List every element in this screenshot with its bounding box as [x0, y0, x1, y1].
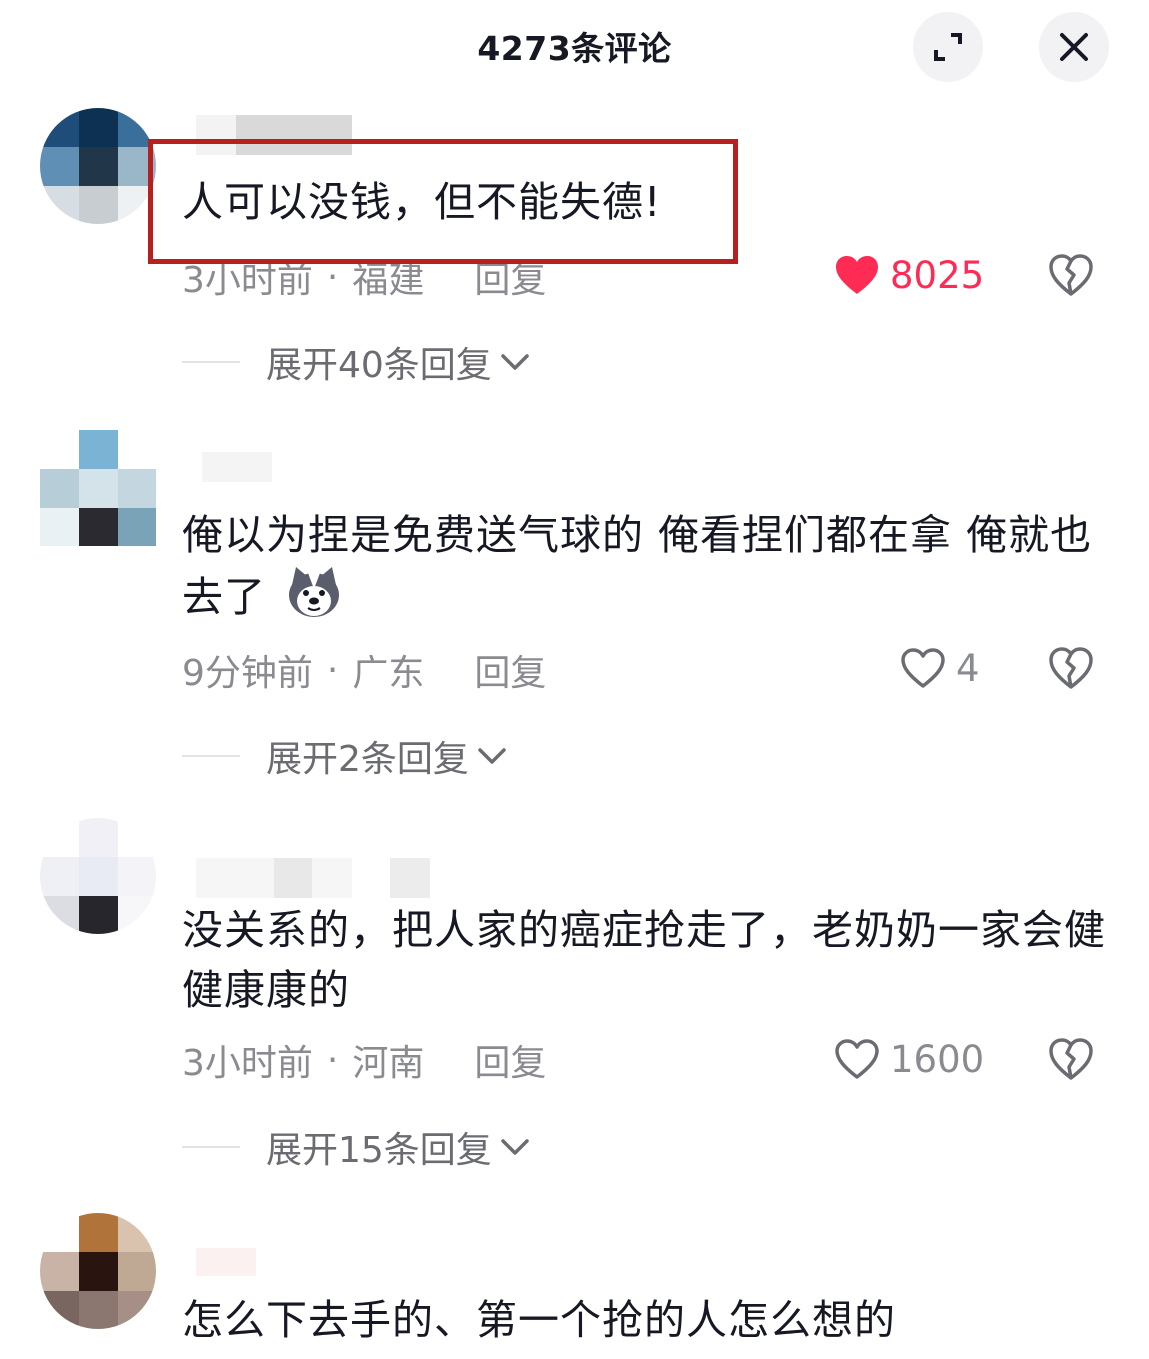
expand-replies-label: 展开2条回复 — [266, 739, 469, 780]
comment-location: 广东 — [352, 653, 425, 694]
expand-replies[interactable]: 展开15条回复 — [182, 1122, 530, 1172]
like-button[interactable]: 4 — [900, 643, 980, 693]
broken-heart-icon — [1049, 1038, 1093, 1080]
reply-button[interactable]: 回复 — [474, 1034, 546, 1086]
like-count: 8025 — [890, 253, 985, 297]
comment-text: 怎么下去手的、第一个抢的人怎么想的 — [182, 1296, 896, 1344]
comment-time: 9分钟前 — [182, 653, 313, 694]
avatar[interactable] — [40, 818, 156, 934]
comments-header: 4273条评论 — [0, 0, 1149, 95]
expand-replies[interactable]: 展开40条回复 — [182, 337, 530, 387]
meta-separator: · — [326, 1039, 339, 1081]
broken-heart-icon — [1049, 647, 1093, 689]
comment-text: 俺以为捏是免费送气球的 俺看捏们都在拿 俺就也去了 — [182, 505, 1112, 627]
reply-button[interactable]: 回复 — [474, 644, 546, 696]
expand-replies[interactable]: 展开2条回复 — [182, 731, 507, 781]
dislike-button[interactable] — [1047, 643, 1095, 693]
heart-outline-icon — [835, 1039, 879, 1079]
close-button[interactable] — [1039, 12, 1109, 82]
chevron-down-icon — [501, 354, 529, 370]
like-count: 1600 — [890, 1037, 985, 1081]
comment-meta: 3小时前 · 河南 回复 — [182, 1035, 546, 1085]
divider-line — [182, 755, 240, 757]
highlight-box — [148, 139, 738, 264]
like-button[interactable]: 1600 — [834, 1034, 984, 1084]
broken-heart-icon — [1049, 254, 1093, 296]
comment-meta: 9分钟前 · 广东 回复 — [182, 645, 546, 695]
chevron-down-icon — [478, 748, 506, 764]
chevron-down-icon — [501, 1139, 529, 1155]
comment-text: 没关系的，把人家的癌症抢走了，老奶奶一家会健健康康的 — [182, 906, 1106, 1014]
close-icon — [1060, 33, 1088, 61]
like-button[interactable]: 8025 — [834, 250, 984, 300]
meta-separator: · — [326, 649, 339, 691]
avatar[interactable] — [40, 1213, 156, 1329]
dislike-button[interactable] — [1047, 1034, 1095, 1084]
expand-replies-label: 展开40条回复 — [266, 345, 492, 386]
divider-line — [182, 361, 240, 363]
heart-outline-icon — [901, 648, 945, 688]
avatar[interactable] — [40, 108, 156, 224]
like-count: 4 — [956, 646, 980, 690]
avatar[interactable] — [40, 430, 156, 546]
expand-replies-label: 展开15条回复 — [266, 1130, 492, 1171]
expand-icon — [934, 33, 962, 61]
comment-time: 3小时前 — [182, 1043, 313, 1084]
expand-button[interactable] — [913, 12, 983, 82]
divider-line — [182, 1146, 240, 1148]
comment-location: 河南 — [352, 1043, 425, 1084]
heart-filled-icon — [836, 256, 878, 294]
dislike-button[interactable] — [1047, 250, 1095, 300]
husky-emoji — [289, 567, 340, 617]
